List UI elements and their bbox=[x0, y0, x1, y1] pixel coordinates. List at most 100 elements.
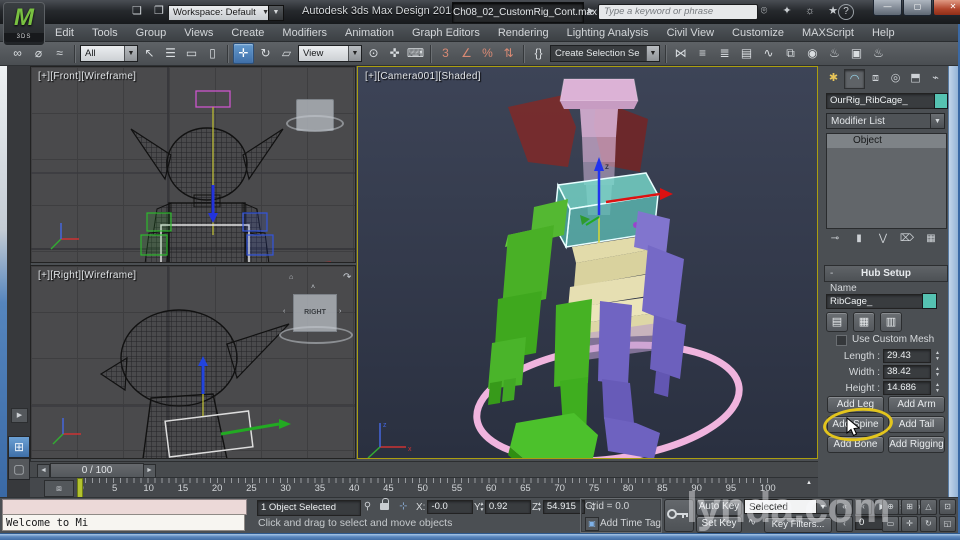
time-slider-track[interactable]: ◄ 0 / 100 ► bbox=[30, 461, 818, 478]
curve-editor-icon[interactable]: ∿ bbox=[759, 44, 778, 63]
key-filters-button[interactable]: Key Filters... bbox=[764, 517, 832, 533]
workspace-flyout-button[interactable]: ▼ bbox=[268, 5, 284, 21]
use-custom-mesh-checkbox[interactable] bbox=[836, 335, 847, 346]
menu-item[interactable]: Tools bbox=[83, 24, 127, 41]
percent-snap-icon[interactable]: % bbox=[478, 44, 497, 63]
selection-lock-icon[interactable] bbox=[380, 498, 389, 510]
zoom-extents-all-icon[interactable]: ⊡ bbox=[939, 499, 956, 515]
viewcube-home-icon[interactable]: ⌂ bbox=[289, 274, 293, 281]
hub-copy-icon[interactable]: ▤ bbox=[826, 312, 848, 332]
window-crossing-icon[interactable]: ▯ bbox=[203, 44, 222, 63]
hub-add-button[interactable]: Add Tail bbox=[888, 416, 945, 433]
maxscript-listener[interactable]: Welcome to Mi bbox=[2, 514, 245, 531]
rect-selection-region-icon[interactable]: ▭ bbox=[182, 44, 201, 63]
menu-item[interactable]: Lighting Analysis bbox=[558, 24, 658, 41]
layout-flyout-button[interactable]: ▶ bbox=[11, 408, 28, 423]
menu-item[interactable]: Customize bbox=[723, 24, 793, 41]
hub-add-button[interactable]: Add Arm bbox=[888, 396, 945, 413]
menu-item[interactable]: Animation bbox=[336, 24, 403, 41]
menu-item[interactable]: Modifiers bbox=[273, 24, 336, 41]
maximize-viewport-icon[interactable]: ◱ bbox=[939, 516, 956, 532]
select-and-link-icon[interactable]: ∞ bbox=[8, 44, 27, 63]
zoom-extents-icon[interactable]: △ bbox=[920, 499, 937, 515]
layer-manager-icon[interactable]: ≣ bbox=[715, 44, 734, 63]
next-frame-button[interactable]: ► bbox=[143, 464, 156, 478]
selection-filter-dropdown[interactable]: All ▼ bbox=[80, 45, 138, 62]
search-communities-icon[interactable]: ⌾ bbox=[756, 3, 772, 19]
select-and-move-icon[interactable]: ✛ bbox=[233, 43, 254, 64]
menu-item[interactable]: Help bbox=[863, 24, 904, 41]
search-input[interactable]: Type a keyword or phrase bbox=[598, 4, 758, 20]
viewport-right-label[interactable]: [+][Right][Wireframe] bbox=[38, 270, 136, 281]
app-logo[interactable]: M 3DS bbox=[3, 2, 45, 46]
pan-icon[interactable]: ✛ bbox=[901, 516, 918, 532]
maxscript-macro-pane[interactable] bbox=[2, 499, 247, 515]
menu-item[interactable]: Views bbox=[175, 24, 222, 41]
pin-stack-icon[interactable]: ⊸ bbox=[826, 231, 844, 247]
time-slider-value[interactable]: 0 / 100 bbox=[50, 463, 144, 478]
close-button[interactable]: ✕ bbox=[933, 0, 960, 16]
snap-toggle-icon[interactable]: 3 bbox=[436, 44, 455, 63]
x-field[interactable]: -0.0 bbox=[427, 500, 474, 514]
help-icon[interactable]: ? bbox=[838, 4, 854, 20]
tab-modify[interactable]: ◠ bbox=[844, 69, 865, 89]
go-to-start-icon[interactable]: « bbox=[836, 499, 853, 515]
keyboard-override-icon[interactable]: ⌨ bbox=[406, 44, 425, 63]
remove-modifier-icon[interactable]: ⌦ bbox=[898, 231, 916, 247]
camera-viewport-canvas[interactable]: z x z bbox=[358, 67, 817, 458]
select-manipulate-icon[interactable]: ✜ bbox=[385, 44, 404, 63]
workspace-dropdown[interactable]: Workspace: Default ▼ bbox=[168, 5, 274, 21]
orbit-icon[interactable]: ↻ bbox=[920, 516, 937, 532]
communication-center-icon[interactable]: ☼ bbox=[802, 3, 818, 19]
set-key-button[interactable]: Set Key bbox=[696, 516, 742, 533]
key-mode-dropdown[interactable]: Selected ▼ bbox=[744, 499, 830, 514]
viewport-front[interactable]: [+][Front][Wireframe] bbox=[30, 66, 356, 263]
set-keys-button[interactable] bbox=[664, 499, 694, 532]
modifier-list-dropdown[interactable]: Modifier List ▼ bbox=[826, 113, 945, 129]
schematic-view-icon[interactable]: ⧉ bbox=[781, 44, 800, 63]
default-in-out-tangent-icon[interactable]: ∿ bbox=[744, 517, 760, 531]
modifier-stack[interactable]: Object bbox=[826, 133, 947, 229]
viewcube-rotate-icon[interactable]: ↷ bbox=[343, 272, 351, 283]
tab-motion[interactable]: ◎ bbox=[886, 69, 905, 87]
viewport-layout-tab-active[interactable]: ⊞ bbox=[8, 436, 30, 458]
render-setup-icon[interactable]: ♨ bbox=[825, 44, 844, 63]
tab-create[interactable]: ✱ bbox=[824, 69, 843, 87]
object-color-swatch[interactable] bbox=[934, 93, 948, 109]
viewport-camera-label[interactable]: [+][Camera001][Shaded] bbox=[365, 71, 481, 82]
align-icon[interactable]: ≡ bbox=[693, 44, 712, 63]
use-pivot-center-icon[interactable]: ⊙ bbox=[364, 44, 383, 63]
zoom-icon[interactable]: ⊕ bbox=[882, 499, 899, 515]
width-field[interactable]: 38.42 bbox=[883, 365, 931, 379]
add-time-tag[interactable]: Add Time Tag bbox=[600, 518, 661, 529]
hub-color-swatch[interactable] bbox=[922, 293, 937, 309]
rendered-frame-icon[interactable]: ▣ bbox=[847, 44, 866, 63]
hub-clone-icon[interactable]: ▥ bbox=[880, 312, 902, 332]
length-spinner[interactable]: ▲ ▼ bbox=[933, 350, 942, 362]
select-rotate-icon[interactable]: ↻ bbox=[256, 44, 275, 63]
menu-item[interactable]: Edit bbox=[46, 24, 83, 41]
new-scene-icon[interactable]: ❏ bbox=[128, 3, 146, 20]
search-flyout-icon[interactable]: ▶ bbox=[588, 6, 594, 15]
y-field[interactable]: 0.92 bbox=[484, 500, 531, 514]
render-production-icon[interactable]: ♨ bbox=[869, 44, 888, 63]
auto-key-button[interactable]: Auto Key bbox=[696, 499, 742, 516]
hub-name-field[interactable]: RibCage_ bbox=[826, 294, 926, 309]
previous-frame-button[interactable]: ◄ bbox=[37, 464, 50, 478]
height-spinner[interactable]: ▲ ▼ bbox=[933, 382, 942, 394]
stack-item[interactable]: Object bbox=[827, 134, 946, 148]
key-mode-toggle-icon[interactable]: ‹ bbox=[836, 516, 853, 532]
ribbon-toggle-icon[interactable]: ▤ bbox=[737, 44, 756, 63]
rollout-hub-setup[interactable]: - Hub Setup bbox=[824, 265, 948, 282]
unlink-selection-icon[interactable]: ⌀ bbox=[29, 44, 48, 63]
mirror-icon[interactable]: ⋈ bbox=[671, 44, 690, 63]
menu-item[interactable]: Create bbox=[222, 24, 273, 41]
absolute-offset-toggle-icon[interactable]: ⊹ bbox=[396, 500, 411, 514]
viewport-layout-tab[interactable]: ▢ bbox=[8, 458, 30, 480]
previous-frame-icon[interactable]: ‹ bbox=[855, 499, 872, 515]
maximize-button[interactable]: ▢ bbox=[903, 0, 932, 16]
time-position-marker[interactable] bbox=[77, 478, 83, 498]
select-by-name-icon[interactable]: ☰ bbox=[161, 44, 180, 63]
spinner-snap-icon[interactable]: ⇅ bbox=[499, 44, 518, 63]
configure-modifier-sets-icon[interactable]: ▦ bbox=[922, 231, 940, 247]
